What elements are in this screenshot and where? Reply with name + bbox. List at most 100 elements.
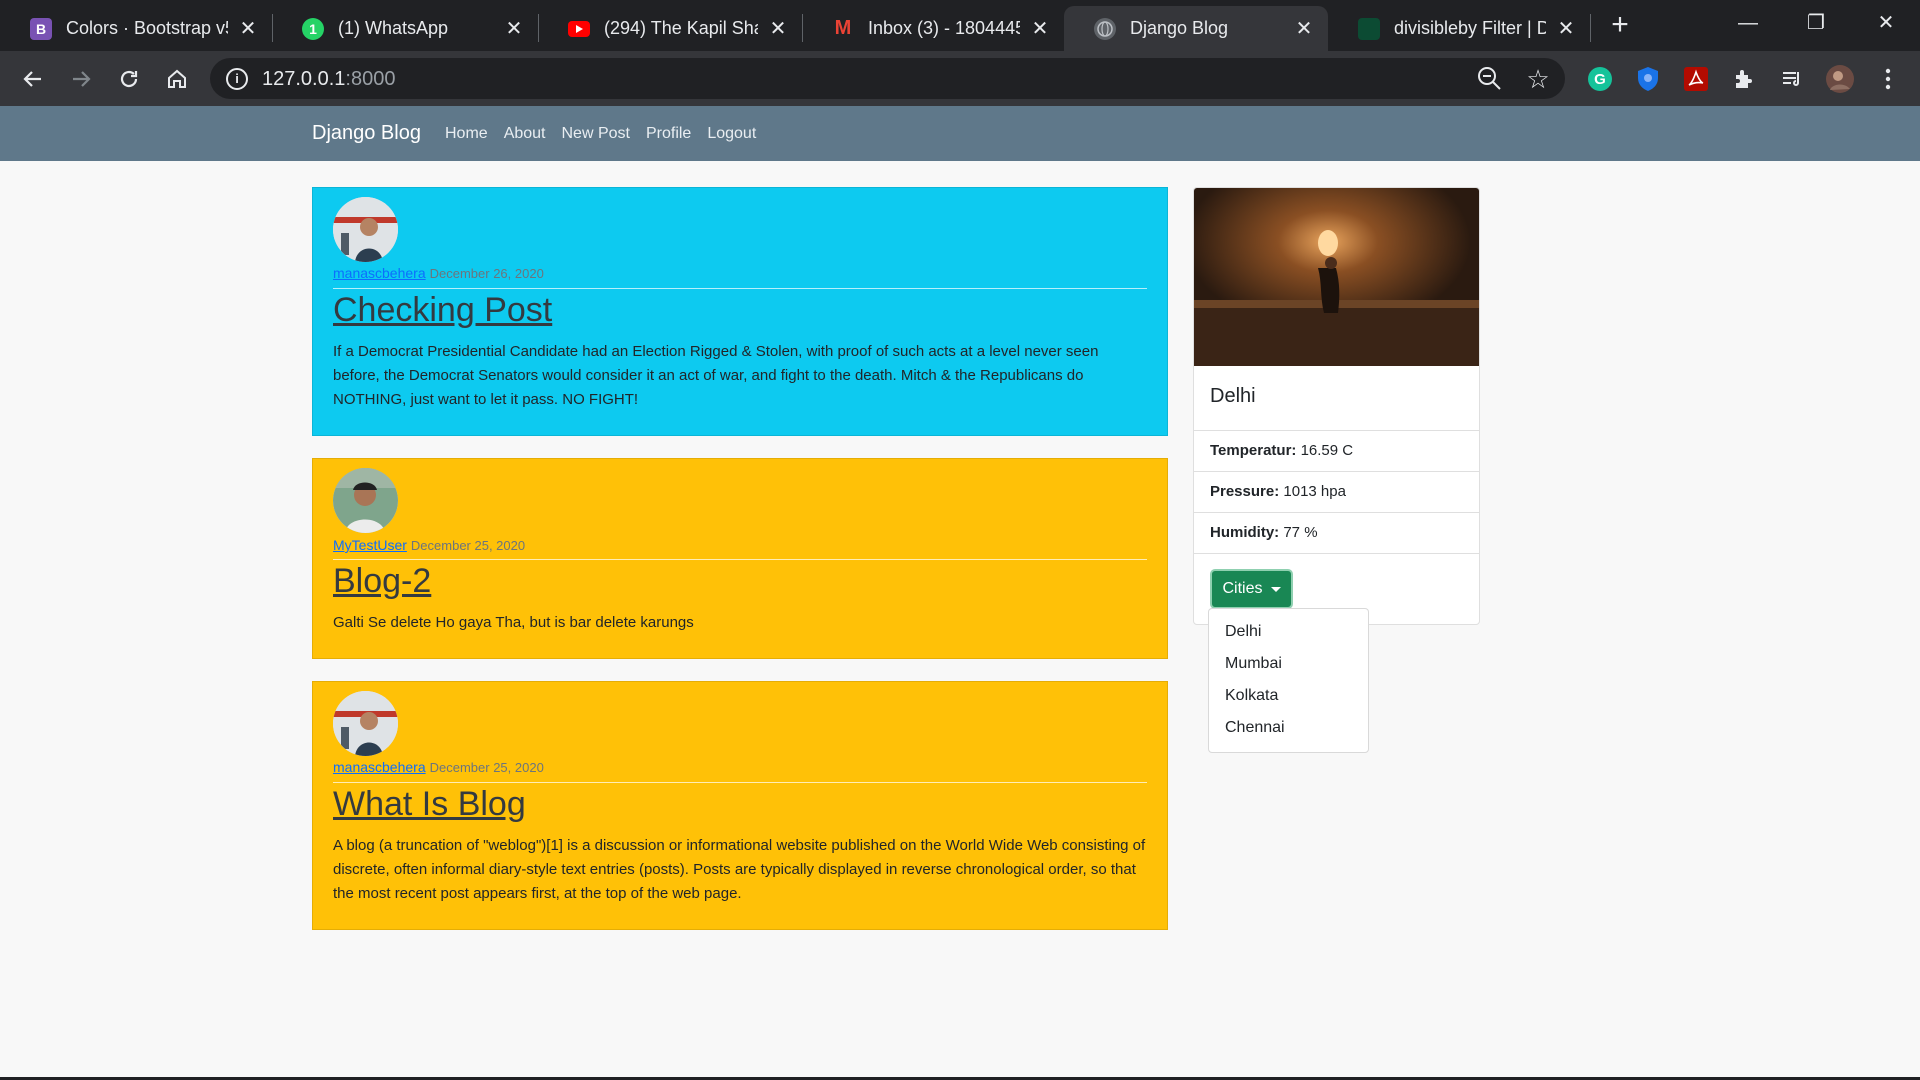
info-icon[interactable]: i bbox=[226, 68, 248, 90]
address-bar[interactable]: i 127.0.0.1:8000 ☆ bbox=[210, 58, 1565, 99]
post-divider bbox=[333, 782, 1147, 783]
tab-title: Inbox (3) - 1804445@ bbox=[868, 18, 1020, 38]
humidity-value: 77 % bbox=[1283, 524, 1318, 541]
browser-menu-icon[interactable] bbox=[1872, 63, 1904, 95]
city-image bbox=[1194, 188, 1479, 366]
bookmark-star-icon[interactable]: ☆ bbox=[1523, 64, 1553, 94]
post-title-link[interactable]: Blog-2 bbox=[333, 562, 431, 601]
tab-separator bbox=[1590, 14, 1591, 42]
browser-tab-django-docs[interactable]: divisibleby Filter | Dj ✕ bbox=[1328, 6, 1590, 51]
pressure-row: Pressure: 1013 hpa bbox=[1194, 471, 1479, 512]
youtube-icon bbox=[568, 20, 590, 37]
post-divider bbox=[333, 559, 1147, 560]
forward-arrow-icon bbox=[73, 71, 91, 87]
profile-avatar-icon[interactable] bbox=[1824, 63, 1856, 95]
nav-link-profile[interactable]: Profile bbox=[646, 125, 691, 143]
weather-city: Delhi bbox=[1210, 385, 1256, 407]
home-icon bbox=[168, 69, 186, 88]
nav-link-about[interactable]: About bbox=[504, 125, 546, 143]
cities-button-label: Cities bbox=[1222, 580, 1263, 597]
humidity-label: Humidity: bbox=[1210, 524, 1280, 541]
dropdown-item-delhi[interactable]: Delhi bbox=[1209, 617, 1368, 649]
close-icon[interactable]: ✕ bbox=[238, 19, 258, 39]
close-icon[interactable]: ✕ bbox=[768, 19, 788, 39]
django-icon bbox=[1358, 17, 1380, 40]
window-close-button[interactable]: ✕ bbox=[1856, 8, 1916, 38]
browser-tab-bar: B Colors · Bootstrap v5 ✕ 1 (1) WhatsApp… bbox=[0, 0, 1920, 51]
zoom-icon[interactable] bbox=[1475, 64, 1505, 94]
post-card: MyTestUser December 25, 2020 Blog-2 Galti… bbox=[312, 458, 1168, 659]
temperature-value: 16.59 C bbox=[1300, 442, 1354, 459]
author-avatar[interactable] bbox=[333, 468, 398, 533]
grammarly-extension-icon[interactable]: G bbox=[1584, 63, 1616, 95]
close-icon[interactable]: ✕ bbox=[1030, 19, 1050, 39]
bootstrap-icon: B bbox=[30, 17, 52, 40]
post-date: December 25, 2020 bbox=[410, 538, 526, 553]
author-link[interactable]: MyTestUser bbox=[333, 537, 407, 553]
svg-text:G: G bbox=[1594, 71, 1606, 88]
close-icon[interactable]: ✕ bbox=[1294, 19, 1314, 39]
back-arrow-icon bbox=[23, 71, 41, 87]
post-meta: manascbehera December 26, 2020 bbox=[333, 265, 544, 281]
post-meta: manascbehera December 25, 2020 bbox=[333, 759, 544, 775]
close-icon[interactable]: ✕ bbox=[1556, 19, 1576, 39]
temperature-label: Temperatur: bbox=[1210, 442, 1297, 459]
pressure-value: 1013 hpa bbox=[1283, 483, 1346, 500]
tab-title: Colors · Bootstrap v5 bbox=[66, 18, 228, 38]
extensions-puzzle-icon[interactable] bbox=[1728, 63, 1760, 95]
author-link[interactable]: manascbehera bbox=[333, 759, 426, 775]
reload-icon bbox=[120, 70, 138, 88]
post-body: Galti Se delete Ho gaya Tha, but is bar … bbox=[333, 614, 694, 631]
caret-down-icon bbox=[1270, 586, 1281, 592]
browser-tab-youtube[interactable]: (294) The Kapil Sharm ✕ bbox=[538, 6, 802, 51]
post-body: If a Democrat Presidential Candidate had… bbox=[333, 343, 1099, 408]
post-title-link[interactable]: Checking Post bbox=[333, 291, 552, 330]
author-avatar[interactable] bbox=[333, 197, 398, 262]
nav-links: Home About New Post Profile Logout bbox=[445, 125, 772, 143]
tab-title: (294) The Kapil Sharm bbox=[604, 18, 758, 38]
minimize-button[interactable]: — bbox=[1718, 8, 1778, 38]
post-card: manascbehera December 25, 2020 What Is Bl… bbox=[312, 681, 1168, 930]
browser-tab-gmail[interactable]: M Inbox (3) - 1804445@ ✕ bbox=[802, 6, 1064, 51]
home-button[interactable] bbox=[161, 63, 193, 95]
tab-title: divisibleby Filter | Dj bbox=[1394, 18, 1546, 38]
url-host: 127.0.0.1 bbox=[262, 68, 346, 90]
forward-button[interactable] bbox=[65, 63, 97, 95]
browser-tab-django-blog[interactable]: Django Blog ✕ bbox=[1064, 6, 1328, 51]
navbar-brand[interactable]: Django Blog bbox=[312, 122, 421, 145]
back-button[interactable] bbox=[17, 63, 49, 95]
cities-dropdown-menu: Delhi Mumbai Kolkata Chennai bbox=[1208, 608, 1369, 753]
dropdown-item-chennai[interactable]: Chennai bbox=[1209, 713, 1368, 745]
post-title-link[interactable]: What Is Blog bbox=[333, 785, 526, 824]
post-divider bbox=[333, 288, 1147, 289]
tab-title: (1) WhatsApp bbox=[338, 18, 449, 38]
restore-button[interactable]: ❐ bbox=[1786, 8, 1846, 38]
browser-toolbar: i 127.0.0.1:8000 ☆ G bbox=[0, 51, 1920, 106]
browser-tab-whatsapp[interactable]: 1 (1) WhatsApp ✕ bbox=[272, 6, 538, 51]
whatsapp-icon: 1 bbox=[302, 17, 324, 40]
close-icon[interactable]: ✕ bbox=[504, 19, 524, 39]
url-port: :8000 bbox=[345, 68, 396, 90]
post-date: December 26, 2020 bbox=[429, 266, 544, 281]
card-divider bbox=[1194, 553, 1479, 554]
humidity-row: Humidity: 77 % bbox=[1194, 512, 1479, 553]
pdf-extension-icon[interactable] bbox=[1680, 63, 1712, 95]
author-avatar[interactable] bbox=[333, 691, 398, 756]
media-queue-icon[interactable] bbox=[1776, 63, 1808, 95]
shield-extension-icon[interactable] bbox=[1632, 63, 1664, 95]
author-link[interactable]: manascbehera bbox=[333, 265, 426, 281]
browser-tab-bootstrap[interactable]: B Colors · Bootstrap v5 ✕ bbox=[0, 6, 272, 51]
nav-link-new-post[interactable]: New Post bbox=[562, 125, 630, 143]
reload-button[interactable] bbox=[113, 63, 145, 95]
dropdown-item-kolkata[interactable]: Kolkata bbox=[1209, 681, 1368, 713]
nav-link-home[interactable]: Home bbox=[445, 125, 488, 143]
temperature-row: Temperatur: 16.59 C bbox=[1194, 430, 1479, 471]
cities-dropdown-button[interactable]: Cities bbox=[1210, 569, 1293, 609]
gmail-icon: M bbox=[834, 17, 852, 39]
url-text[interactable]: 127.0.0.1:8000 bbox=[262, 68, 395, 91]
new-tab-button[interactable]: + bbox=[1605, 10, 1635, 40]
post-date: December 25, 2020 bbox=[429, 760, 544, 775]
nav-link-logout[interactable]: Logout bbox=[707, 125, 756, 143]
globe-icon bbox=[1094, 17, 1116, 40]
dropdown-item-mumbai[interactable]: Mumbai bbox=[1209, 649, 1368, 681]
